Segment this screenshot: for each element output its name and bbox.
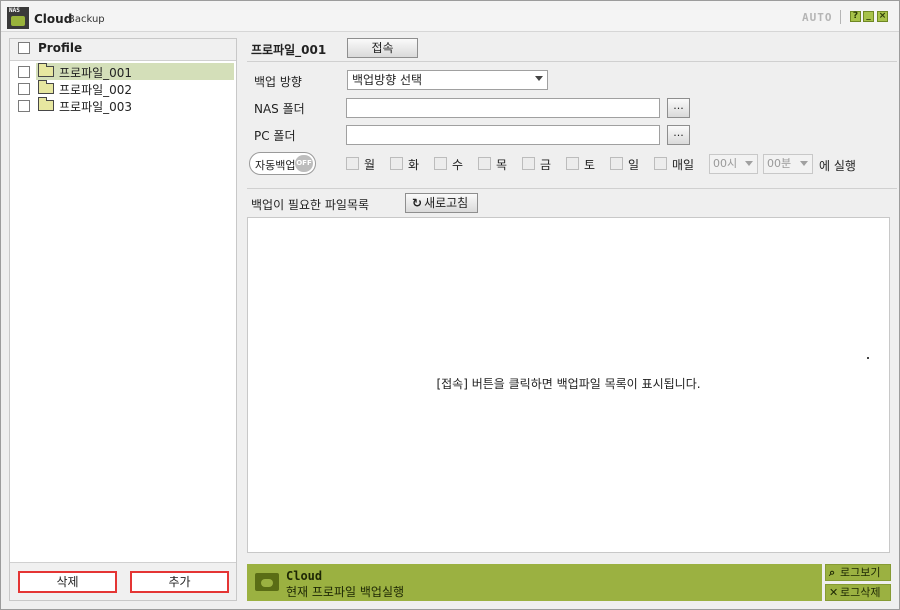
divider [247,61,897,62]
minute-select[interactable]: 00분 [763,154,813,174]
day-checkbox-sat[interactable]: 토 [566,156,606,172]
nas-folder-label: NAS 폴더 [254,102,305,116]
profile-panel: Profile 프로파일_001 프로파일_002 프로파일_003 삭제 추가 [9,38,237,601]
day-checkbox-sun[interactable]: 일 [610,156,650,172]
profile-item-001[interactable]: 프로파일_001 [10,63,236,80]
minute-value: 00분 [767,157,792,170]
title-bar: NAS Cloud Backup AUTO ? _ × [1,1,899,32]
pc-folder-input[interactable] [346,125,660,145]
checkbox[interactable] [566,157,579,170]
delete-profile-button[interactable]: 삭제 [18,571,117,593]
nas-folder-browse-button[interactable]: ... [667,98,690,118]
profile-tree: 프로파일_001 프로파일_002 프로파일_003 [10,63,236,114]
log-view-button[interactable]: ⌕ 로그보기 [825,564,891,581]
checkbox[interactable] [522,157,535,170]
backup-direction-select[interactable]: 백업방향 선택 [347,70,548,90]
day-checkbox-everyday[interactable]: 매일 [654,156,704,172]
profile-checkbox[interactable] [18,66,30,78]
file-list-empty-message: [접속] 버튼을 클릭하면 백업파일 목록이 표시됩니다. [436,377,701,391]
backup-direction-value: 백업방향 선택 [352,73,423,87]
log-view-label: 로그보기 [840,566,881,579]
profile-actions: 삭제 추가 [10,562,236,600]
toggle-off-knob: OFF [295,155,313,172]
file-list-title: 백업이 필요한 파일목록 [251,198,370,212]
profile-checkbox[interactable] [18,100,30,112]
day-label: 토 [584,158,596,172]
logo-text: NAS [9,7,20,14]
cloud-folder-icon [255,573,279,591]
folder-icon [38,97,54,111]
divider [247,188,897,189]
day-label: 일 [628,158,640,172]
app-title-sub: Backup [68,14,105,25]
app-window: NAS Cloud Backup AUTO ? _ × Profile 프로파일… [0,0,900,610]
profile-header-label: Profile [38,41,83,55]
day-label: 월 [364,158,376,172]
checkbox[interactable] [654,157,667,170]
day-checkbox-thu[interactable]: 목 [478,156,518,172]
stray-dot [867,357,869,359]
folder-icon [38,80,54,94]
day-label: 수 [452,158,464,172]
day-label: 금 [540,158,552,172]
status-message: 현재 프로파일 백업실행 [286,585,405,599]
checkbox[interactable] [610,157,623,170]
hour-select[interactable]: 00시 [709,154,758,174]
day-checkbox-fri[interactable]: 금 [522,156,562,172]
profile-header: Profile [10,39,236,61]
refresh-label: 새로고침 [424,196,469,210]
minimize-button[interactable]: _ [863,11,874,22]
backup-direction-label: 백업 방향 [254,75,302,89]
chevron-down-icon [800,161,808,166]
nas-folder-input[interactable] [346,98,660,118]
checkbox[interactable] [434,157,447,170]
day-checkbox-wed[interactable]: 수 [434,156,474,172]
connect-button[interactable]: 접속 [347,38,418,58]
auto-mode-label: AUTO [802,11,833,24]
select-all-checkbox[interactable] [18,42,30,54]
title-separator [840,10,841,24]
nas-cloud-logo-icon: NAS [7,7,29,29]
pc-folder-label: PC 폴더 [254,129,296,143]
profile-item-label: 프로파일_001 [59,66,133,80]
status-bar: Cloud 현재 프로파일 백업실행 [247,564,822,601]
day-checkbox-mon[interactable]: 월 [346,156,386,172]
current-profile-name: 프로파일_001 [251,43,327,57]
status-title: Cloud [286,569,323,583]
file-list[interactable]: [접속] 버튼을 클릭하면 백업파일 목록이 표시됩니다. [247,217,890,553]
auto-backup-label: 자동백업 [255,159,296,172]
hour-value: 00시 [713,157,738,170]
day-label: 목 [496,158,508,172]
close-icon: ✕ [829,586,839,599]
add-profile-button[interactable]: 추가 [130,571,229,593]
refresh-button[interactable]: ↻ 새로고침 [405,193,478,213]
profile-item-label: 프로파일_002 [59,83,133,97]
checkbox[interactable] [346,157,359,170]
cloud-icon [11,16,25,26]
close-button[interactable]: × [877,11,888,22]
chevron-down-icon [745,161,753,166]
pc-folder-browse-button[interactable]: ... [667,125,690,145]
refresh-icon: ↻ [412,196,423,210]
profile-checkbox[interactable] [18,83,30,95]
checkbox[interactable] [478,157,491,170]
day-label: 매일 [672,158,695,172]
run-label: 에 실행 [819,159,856,173]
app-title: Cloud [34,12,73,26]
chevron-down-icon [535,76,543,81]
log-delete-button[interactable]: ✕ 로그삭제 [825,584,891,601]
log-delete-label: 로그삭제 [840,586,881,599]
search-icon: ⌕ [829,566,836,579]
profile-item-002[interactable]: 프로파일_002 [10,80,236,97]
folder-icon [38,63,54,77]
day-label: 화 [408,158,420,172]
day-checkbox-tue[interactable]: 화 [390,156,430,172]
auto-backup-toggle[interactable]: 자동백업 OFF [249,152,316,175]
profile-item-003[interactable]: 프로파일_003 [10,97,236,114]
checkbox[interactable] [390,157,403,170]
profile-item-label: 프로파일_003 [59,100,133,114]
help-button[interactable]: ? [850,11,861,22]
